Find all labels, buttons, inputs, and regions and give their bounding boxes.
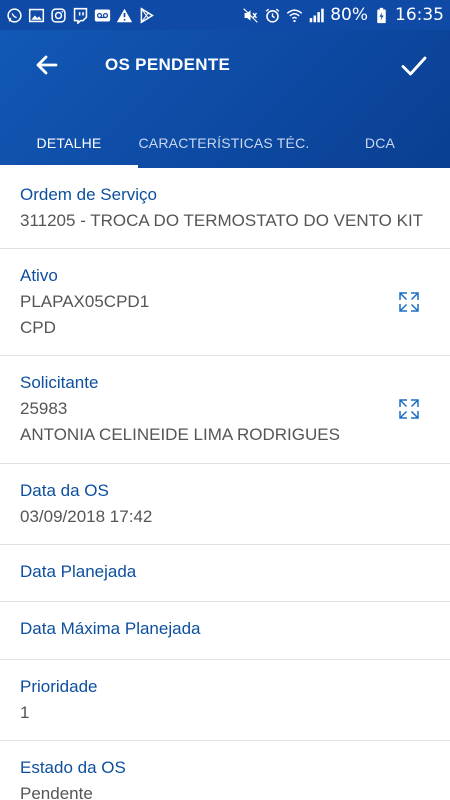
wifi-icon <box>286 7 303 24</box>
field-value: 25983 <box>20 399 68 418</box>
field-ativo: Ativo PLAPAX05CPD1 CPD <box>0 249 450 356</box>
clock-time: 16:35 <box>395 5 444 25</box>
field-prioridade: Prioridade 1 <box>0 660 450 741</box>
tab-dca[interactable]: DCA <box>310 118 450 168</box>
image-icon <box>28 7 45 24</box>
expand-icon <box>399 292 419 312</box>
field-label: Ordem de Serviço <box>20 185 157 204</box>
field-solicitante: Solicitante 25983 ANTONIA CELINEIDE LIMA… <box>0 356 450 464</box>
field-label: Estado da OS <box>20 758 126 777</box>
battery-percentage: 80% <box>330 5 368 25</box>
instagram-icon <box>50 7 67 24</box>
check-icon <box>401 56 427 76</box>
field-label: Solicitante <box>20 373 99 392</box>
field-label: Ativo <box>20 266 58 285</box>
field-data-os: Data da OS 03/09/2018 17:42 <box>0 464 450 545</box>
field-value: 311205 - TROCA DO TERMOSTATO DO VENTO KI… <box>20 211 424 230</box>
tab-bar: DETALHE CARACTERÍSTICAS TÉC. DCA <box>0 118 450 168</box>
arrow-left-icon <box>36 55 58 75</box>
app-bar: OS PENDENTE DETALHE CARACTERÍSTICAS TÉC.… <box>0 30 450 168</box>
play-store-icon <box>138 6 155 24</box>
field-value: Pendente <box>20 784 93 800</box>
back-button[interactable] <box>34 52 60 78</box>
alarm-icon <box>264 7 281 24</box>
voicemail-icon <box>94 7 111 24</box>
status-bar: 80% 16:35 <box>0 0 450 30</box>
mute-icon <box>242 7 259 24</box>
expand-icon <box>399 399 419 419</box>
details-list[interactable]: Ordem de Serviço 311205 - TROCA DO TERMO… <box>0 168 450 800</box>
field-value: 03/09/2018 17:42 <box>20 507 153 526</box>
field-label: Prioridade <box>20 677 98 696</box>
field-value-secondary: CPD <box>20 318 56 337</box>
warning-icon <box>116 7 133 24</box>
twitch-icon <box>72 7 89 24</box>
tab-caracteristicas-tec[interactable]: CARACTERÍSTICAS TÉC. <box>138 118 310 168</box>
status-bar-notifications <box>6 6 155 24</box>
field-label: Data da OS <box>20 481 109 500</box>
field-ordem-servico: Ordem de Serviço 311205 - TROCA DO TERMO… <box>0 168 450 249</box>
page-title: OS PENDENTE <box>105 55 231 74</box>
field-estado-os: Estado da OS Pendente <box>0 741 450 800</box>
tab-detalhe[interactable]: DETALHE <box>0 118 138 168</box>
solicitante-expand-button[interactable] <box>398 398 420 420</box>
confirm-button[interactable] <box>400 52 428 80</box>
battery-charging-icon <box>373 7 390 24</box>
field-data-planejada[interactable]: Data Planejada <box>0 545 450 602</box>
field-label: Data Máxima Planejada <box>20 619 201 638</box>
field-data-maxima-planejada[interactable]: Data Máxima Planejada <box>0 602 450 660</box>
field-value: 1 <box>20 703 30 722</box>
field-value: PLAPAX05CPD1 <box>20 292 150 311</box>
status-bar-system: 80% 16:35 <box>242 5 444 25</box>
field-value-secondary: ANTONIA CELINEIDE LIMA RODRIGUES <box>20 425 340 444</box>
ativo-expand-button[interactable] <box>398 291 420 313</box>
whatsapp-icon <box>6 7 23 24</box>
field-label: Data Planejada <box>20 562 137 581</box>
signal-icon <box>308 7 325 24</box>
